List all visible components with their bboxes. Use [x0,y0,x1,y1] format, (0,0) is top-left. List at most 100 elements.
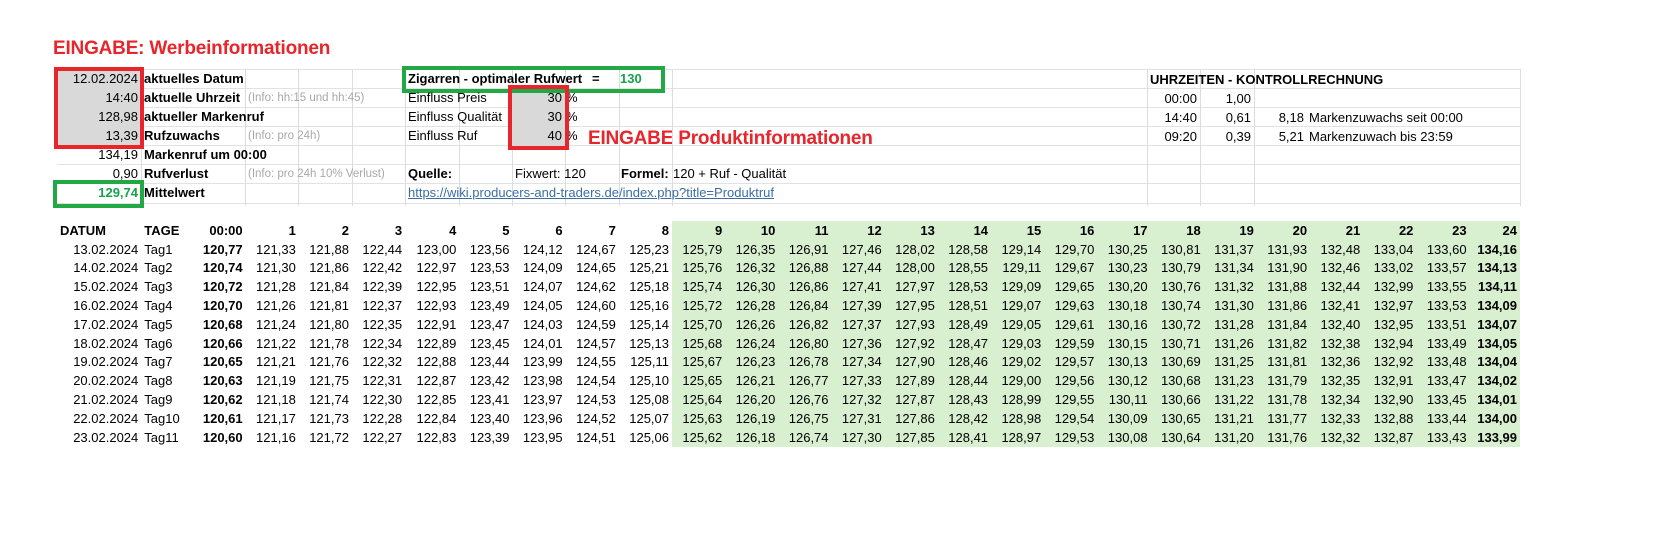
cell-hour-4[interactable]: 122,88 [405,353,459,372]
cell-hour-5[interactable]: 123,53 [459,259,512,278]
cell-hour-23[interactable]: 133,43 [1416,427,1470,447]
cell-hour-10[interactable]: 126,24 [725,333,779,353]
cell-hour-8[interactable]: 125,08 [619,390,672,409]
cell-hour-6[interactable]: 123,96 [512,409,565,428]
cell-hour-6[interactable]: 123,98 [512,371,565,390]
cell-hour-19[interactable]: 131,21 [1203,408,1257,428]
cell-hour-4[interactable]: 122,95 [405,277,459,296]
cell-hour-9[interactable]: 125,68 [672,333,726,353]
cell-hour-22[interactable]: 132,87 [1363,427,1417,447]
cell-hour-7[interactable]: 124,55 [566,353,619,372]
cell-hour-21[interactable]: 132,46 [1310,258,1364,278]
cell-hour-7[interactable]: 124,67 [566,240,619,259]
cell-hour-8[interactable]: 125,13 [619,334,672,353]
cell-hour-6[interactable]: 123,95 [512,428,565,447]
cell-hour-5[interactable]: 123,42 [459,371,512,390]
cell-hour-0[interactable]: 120,70 [193,296,245,315]
cell-hour-19[interactable]: 131,34 [1203,258,1257,278]
cell-hour-3[interactable]: 122,39 [352,277,405,296]
cell-hour-13[interactable]: 128,00 [884,258,938,278]
cell-hour-11[interactable]: 126,75 [778,408,832,428]
cell-hour-15[interactable]: 129,02 [991,352,1045,372]
cell-hour-13[interactable]: 127,90 [884,352,938,372]
cell-hour-5[interactable]: 123,44 [459,353,512,372]
cell-hour-0[interactable]: 120,77 [193,240,245,259]
cell-hour-7[interactable]: 124,53 [566,390,619,409]
cell-tag[interactable]: Tag3 [141,277,193,296]
cell-hour-13[interactable]: 127,93 [884,314,938,334]
cell-hour-9[interactable]: 125,65 [672,371,726,391]
cell-hour-24[interactable]: 134,09 [1469,296,1520,315]
cell-hour-1[interactable]: 121,24 [246,315,299,334]
cell-hour-10[interactable]: 126,23 [725,352,779,372]
cell-hour-3[interactable]: 122,31 [352,371,405,390]
cell-tag[interactable]: Tag11 [141,428,193,447]
cell-hour-21[interactable]: 132,44 [1310,277,1364,297]
cell-hour-5[interactable]: 123,47 [459,315,512,334]
cell-hour-8[interactable]: 125,23 [619,240,672,259]
cell-hour-24[interactable]: 134,07 [1469,314,1520,334]
cell-hour-11[interactable]: 126,74 [778,427,832,447]
cell-hour-4[interactable]: 122,91 [405,315,459,334]
cell-hour-14[interactable]: 128,41 [937,427,992,447]
cell-hour-15[interactable]: 128,99 [991,390,1045,409]
cell-hour-7[interactable]: 124,51 [566,428,619,447]
cell-hour-12[interactable]: 127,31 [831,408,885,428]
cell-hour-14[interactable]: 128,47 [937,333,992,353]
cell-hour-17[interactable]: 130,20 [1097,277,1151,297]
cell-hour-0[interactable]: 120,65 [193,353,245,372]
cell-hour-21[interactable]: 132,36 [1310,352,1364,372]
cell-hour-2[interactable]: 121,78 [299,334,352,353]
cell-hour-1[interactable]: 121,18 [246,390,299,409]
cell-hour-6[interactable]: 123,97 [512,390,565,409]
cell-hour-11[interactable]: 126,82 [778,314,832,334]
cell-hour-18[interactable]: 130,69 [1150,352,1204,372]
cell-hour-3[interactable]: 122,44 [352,240,405,259]
cell-hour-23[interactable]: 133,44 [1416,408,1470,428]
cell-hour-0[interactable]: 120,74 [193,259,245,278]
cell-tag[interactable]: Tag9 [141,390,193,409]
cell-hour-13[interactable]: 127,85 [884,427,938,447]
cell-hour-17[interactable]: 130,16 [1097,314,1151,334]
cell-datum[interactable]: 17.02.2024 [57,315,141,334]
cell-hour-16[interactable]: 129,57 [1044,352,1098,372]
cell-hour-2[interactable]: 121,84 [299,277,352,296]
cell-hour-19[interactable]: 131,37 [1203,239,1257,259]
cell-hour-20[interactable]: 131,82 [1256,333,1311,353]
cell-hour-17[interactable]: 130,23 [1097,258,1151,278]
cell-hour-4[interactable]: 122,85 [405,390,459,409]
cell-hour-13[interactable]: 128,02 [884,239,938,259]
cell-hour-17[interactable]: 130,13 [1097,352,1151,372]
cell-hour-20[interactable]: 131,93 [1256,239,1311,259]
cell-hour-9[interactable]: 125,74 [672,277,726,297]
cell-hour-24[interactable]: 134,00 [1469,408,1520,428]
cell-hour-16[interactable]: 129,67 [1044,258,1098,278]
cell-hour-14[interactable]: 128,53 [937,277,992,297]
cell-hour-1[interactable]: 121,19 [246,371,299,390]
cell-hour-23[interactable]: 133,49 [1416,333,1470,353]
cell-hour-2[interactable]: 121,80 [299,315,352,334]
cell-hour-1[interactable]: 121,17 [246,409,299,428]
cell-hour-2[interactable]: 121,88 [299,240,352,259]
cell-hour-19[interactable]: 131,26 [1203,333,1257,353]
cell-hour-4[interactable]: 122,83 [405,428,459,447]
cell-hour-10[interactable]: 126,18 [725,427,779,447]
cell-hour-23[interactable]: 133,47 [1416,371,1470,391]
cell-hour-12[interactable]: 127,30 [831,427,885,447]
cell-hour-6[interactable]: 124,12 [512,240,565,259]
cell-hour-4[interactable]: 122,93 [405,296,459,315]
cell-hour-9[interactable]: 125,64 [672,390,726,409]
cell-hour-1[interactable]: 121,16 [246,428,299,447]
cell-hour-7[interactable]: 124,57 [566,334,619,353]
cell-hour-6[interactable]: 123,99 [512,353,565,372]
cell-hour-19[interactable]: 131,25 [1203,352,1257,372]
cell-hour-3[interactable]: 122,35 [352,315,405,334]
cell-hour-15[interactable]: 129,00 [991,371,1045,391]
cell-hour-12[interactable]: 127,36 [831,333,885,353]
cell-hour-7[interactable]: 124,54 [566,371,619,390]
cell-hour-13[interactable]: 127,86 [884,408,938,428]
cell-hour-13[interactable]: 127,95 [884,296,938,315]
cell-hour-18[interactable]: 130,64 [1150,427,1204,447]
cell-hour-5[interactable]: 123,49 [459,296,512,315]
cell-hour-7[interactable]: 124,59 [566,315,619,334]
